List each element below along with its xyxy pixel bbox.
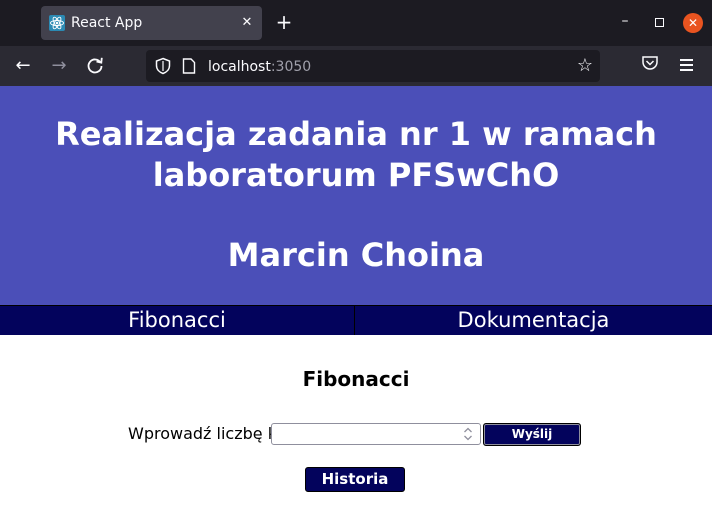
page-icon[interactable] [182, 58, 196, 74]
section-title: Fibonacci [302, 367, 410, 391]
page-title: Realizacja zadania nr 1 w ramach laborat… [55, 115, 657, 194]
hamburger-menu-icon[interactable] [678, 56, 696, 74]
browser-tab-bar: React App ✕ + – ✕ [0, 0, 712, 46]
tab-title: React App [71, 15, 143, 31]
shield-icon[interactable] [154, 57, 172, 75]
url-text[interactable]: localhost:3050 [208, 58, 311, 76]
url-bar[interactable]: localhost:3050 ☆ [146, 50, 600, 82]
history-button[interactable]: Historia [305, 467, 405, 492]
url-host: localhost [208, 59, 271, 75]
url-port: :3050 [270, 59, 312, 75]
k-input-label: Wprowadź liczbę k: [128, 424, 283, 443]
react-logo-icon [49, 15, 65, 31]
page-header: Realizacja zadania nr 1 w ramach laborat… [0, 86, 712, 305]
number-spinner-icon[interactable] [461, 426, 475, 442]
star-icon[interactable]: ☆ [574, 55, 596, 77]
minimize-icon[interactable]: – [616, 12, 634, 34]
menu-item-fibonacci[interactable]: Fibonacci [0, 306, 355, 335]
author-name: Marcin Choina [227, 236, 485, 274]
close-icon[interactable]: ✕ [238, 13, 256, 33]
arrow-left-icon[interactable]: ← [11, 54, 35, 78]
window-close-icon[interactable]: ✕ [683, 13, 703, 33]
plus-icon[interactable]: + [274, 11, 294, 35]
submit-button[interactable]: Wyślij [483, 423, 581, 446]
menu-item-dokumentacja[interactable]: Dokumentacja [355, 306, 712, 335]
maximize-icon[interactable] [650, 13, 668, 33]
arrow-right-icon[interactable]: → [47, 54, 71, 78]
browser-toolbar: ← → localhost:3050 ☆ [0, 46, 712, 86]
main-menu: Fibonacci Dokumentacja [0, 305, 712, 335]
reload-icon[interactable] [83, 54, 107, 78]
pocket-icon[interactable] [641, 54, 659, 72]
k-input[interactable] [271, 423, 481, 445]
browser-tab[interactable]: React App ✕ [41, 6, 262, 40]
